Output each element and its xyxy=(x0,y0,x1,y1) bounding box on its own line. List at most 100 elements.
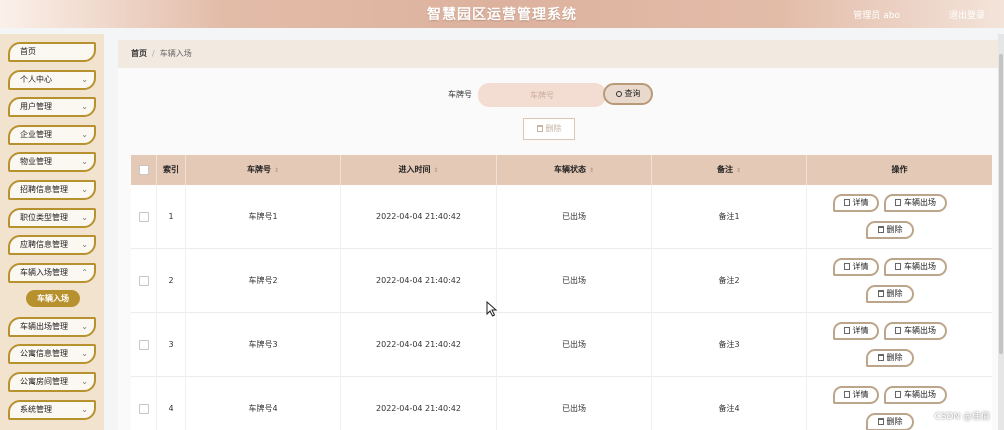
trash-icon xyxy=(877,226,884,233)
sort-icon: ⇕ xyxy=(588,167,595,174)
column-header-plate[interactable]: 车牌号 ⇕ xyxy=(186,155,341,185)
document-icon xyxy=(895,327,901,334)
sidebar-item-position-type[interactable]: 职位类型管理 ⌄ xyxy=(8,208,96,228)
sidebar-subitem-vehicle-entry[interactable]: 车辆入场 xyxy=(26,290,80,307)
row-checkbox[interactable] xyxy=(138,275,149,286)
trash-icon xyxy=(877,290,884,297)
delete-button[interactable]: 删除 xyxy=(866,221,914,239)
table-row: 3 车牌号3 2022-04-04 21:40:42 已出场 备注3 详情 车辆… xyxy=(131,313,992,377)
delete-button-label: 删除 xyxy=(886,225,903,234)
column-header-label: 备注 xyxy=(716,165,733,174)
row-select-cell xyxy=(131,313,157,377)
cell-note: 备注2 xyxy=(652,249,807,313)
detail-button[interactable]: 详情 xyxy=(833,322,879,340)
cell-entry-time: 2022-04-04 21:40:42 xyxy=(341,185,497,249)
vehicle-exit-button-label: 车辆出场 xyxy=(904,390,936,399)
column-header-label: 操作 xyxy=(891,165,908,174)
sidebar-item-label: 车辆出场管理 xyxy=(20,322,68,331)
vehicle-exit-button[interactable]: 车辆出场 xyxy=(884,386,947,404)
sidebar-item-vehicle-entry-management[interactable]: 车辆入场管理 ⌃ xyxy=(8,263,96,283)
detail-button-label: 详情 xyxy=(852,198,869,207)
sidebar-item-label: 物业管理 xyxy=(20,157,52,166)
detail-button-label: 详情 xyxy=(852,326,869,335)
cell-index: 1 xyxy=(157,185,186,249)
sort-icon: ⇕ xyxy=(273,167,280,174)
chevron-down-icon: ⌄ xyxy=(81,213,88,222)
delete-button-label: 删除 xyxy=(886,289,903,298)
sidebar-item-user-management[interactable]: 用户管理 ⌄ xyxy=(8,97,96,117)
cell-plate: 车牌号2 xyxy=(186,249,341,313)
sidebar-item-apartment-room[interactable]: 公寓房间管理 ⌄ xyxy=(8,372,96,392)
breadcrumb: 首页 / 车辆入场 xyxy=(118,40,998,68)
sidebar-item-apartment-info[interactable]: 公寓信息管理 ⌄ xyxy=(8,344,96,364)
sidebar-item-label: 职位类型管理 xyxy=(20,213,68,222)
sidebar-item-property-management[interactable]: 物业管理 ⌄ xyxy=(8,152,96,172)
breadcrumb-current: 车辆入场 xyxy=(159,49,192,58)
batch-delete-button[interactable]: 删除 xyxy=(523,118,575,140)
sidebar-item-personal-center[interactable]: 个人中心 ⌄ xyxy=(8,70,96,90)
vehicle-exit-button[interactable]: 车辆出场 xyxy=(884,322,947,340)
row-select-cell xyxy=(131,249,157,313)
row-checkbox[interactable] xyxy=(138,339,149,350)
search-button[interactable]: 查询 xyxy=(603,83,653,105)
row-select-cell xyxy=(131,185,157,249)
plate-search-input[interactable] xyxy=(478,83,606,107)
user-name: abo xyxy=(883,11,900,21)
watermark: CSDN @佳偷 xyxy=(934,412,990,422)
page-scrollbar[interactable] xyxy=(998,34,1004,430)
chevron-down-icon: ⌄ xyxy=(81,322,88,331)
select-all-checkbox[interactable] xyxy=(138,164,149,175)
chevron-down-icon: ⌄ xyxy=(81,75,88,84)
cell-status: 已出场 xyxy=(497,185,652,249)
sidebar-item-recruitment-info[interactable]: 招聘信息管理 ⌄ xyxy=(8,180,96,200)
detail-button[interactable]: 详情 xyxy=(833,386,879,404)
sidebar-item-label: 企业管理 xyxy=(20,130,52,139)
cell-status: 已出场 xyxy=(497,249,652,313)
document-icon xyxy=(843,263,850,270)
column-header-status[interactable]: 车辆状态 ⇕ xyxy=(497,155,652,185)
cell-plate: 车牌号1 xyxy=(186,185,341,249)
sidebar-item-enterprise-management[interactable]: 企业管理 ⌄ xyxy=(8,125,96,145)
delete-button[interactable]: 删除 xyxy=(866,285,914,303)
vehicle-exit-button[interactable]: 车辆出场 xyxy=(884,194,947,212)
sidebar-item-home[interactable]: 首页 xyxy=(8,42,96,62)
cell-plate: 车牌号3 xyxy=(186,313,341,377)
cell-entry-time: 2022-04-04 21:40:42 xyxy=(341,313,497,377)
document-icon xyxy=(895,263,901,270)
sidebar-item-label: 公寓房间管理 xyxy=(20,377,68,386)
row-select-cell xyxy=(131,377,157,430)
document-icon xyxy=(843,391,850,398)
delete-button[interactable]: 删除 xyxy=(866,349,914,367)
breadcrumb-home[interactable]: 首页 xyxy=(131,49,147,58)
sidebar-item-vehicle-exit-management[interactable]: 车辆出场管理 ⌄ xyxy=(8,317,96,337)
search-icon xyxy=(615,91,622,97)
row-checkbox[interactable] xyxy=(138,211,149,222)
search-button-label: 查询 xyxy=(624,89,641,98)
column-header-label: 车牌号 xyxy=(246,165,271,174)
chevron-down-icon: ⌄ xyxy=(81,377,88,386)
chevron-up-icon: ⌃ xyxy=(81,268,88,277)
cell-status: 已出场 xyxy=(497,377,652,430)
sidebar-item-label: 应聘信息管理 xyxy=(20,240,68,249)
logout-link[interactable]: 退出登录 xyxy=(949,8,985,21)
detail-button[interactable]: 详情 xyxy=(833,194,879,212)
cell-index: 2 xyxy=(157,249,186,313)
document-icon xyxy=(895,391,901,398)
detail-button-label: 详情 xyxy=(852,390,869,399)
table-row: 4 车牌号4 2022-04-04 21:40:42 已出场 备注4 详情 车辆… xyxy=(131,377,992,430)
row-checkbox[interactable] xyxy=(138,403,149,414)
column-header-entry-time[interactable]: 进入时间 ⇕ xyxy=(341,155,497,185)
sidebar-item-application-info[interactable]: 应聘信息管理 ⌄ xyxy=(8,235,96,255)
scrollbar-thumb[interactable] xyxy=(999,54,1003,354)
detail-button[interactable]: 详情 xyxy=(833,258,879,276)
column-header-label: 进入时间 xyxy=(398,165,431,174)
column-header-note[interactable]: 备注 ⇕ xyxy=(652,155,807,185)
delete-button[interactable]: 删除 xyxy=(866,413,914,430)
sidebar-item-label: 个人中心 xyxy=(20,75,52,84)
cell-actions: 详情 车辆出场 删除 xyxy=(807,249,992,313)
document-icon xyxy=(843,327,850,334)
document-icon xyxy=(843,199,850,206)
table-header: 索引 车牌号 ⇕ 进入时间 ⇕ 车辆状态 ⇕ 备注 ⇕ 操作 xyxy=(131,155,992,185)
vehicle-exit-button[interactable]: 车辆出场 xyxy=(884,258,947,276)
sidebar-item-system-management[interactable]: 系统管理 ⌄ xyxy=(8,400,96,420)
